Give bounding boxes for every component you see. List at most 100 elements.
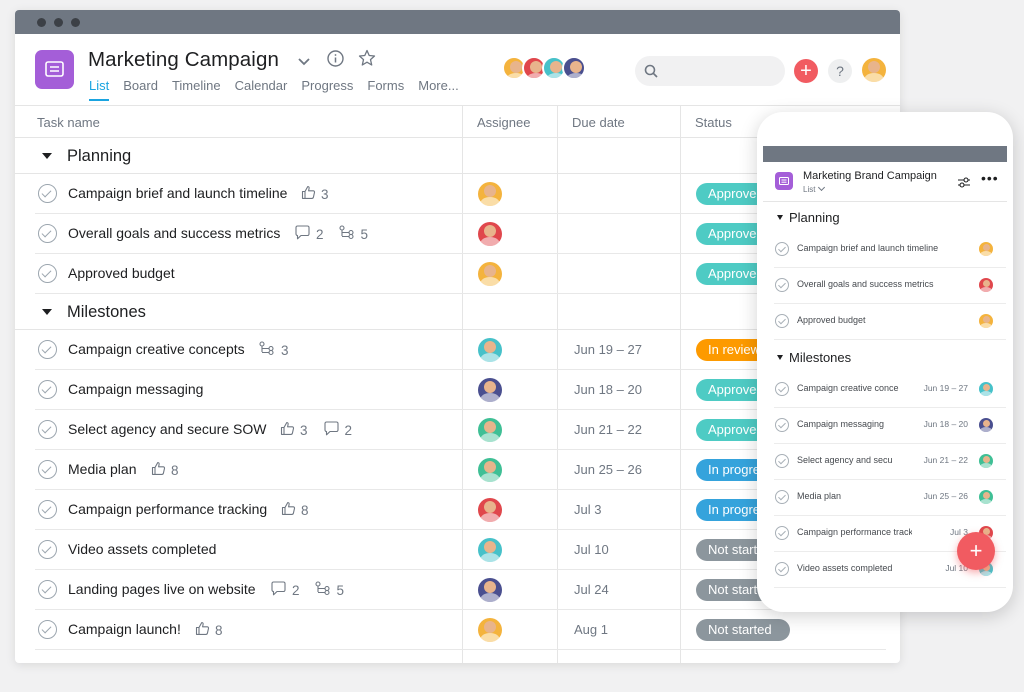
assignee-avatar[interactable]: [979, 314, 993, 328]
complete-checkbox-icon[interactable]: [775, 382, 789, 396]
status-badge[interactable]: Not started: [696, 619, 790, 641]
mobile-task-row[interactable]: Overall goals and success metrics: [774, 268, 1006, 304]
task-name[interactable]: Campaign creative concepts: [68, 341, 245, 357]
assignee-avatar[interactable]: [478, 222, 502, 246]
avatar[interactable]: [562, 56, 586, 80]
tab-forms[interactable]: Forms: [367, 78, 404, 101]
like-group[interactable]: 8: [151, 461, 179, 479]
task-name[interactable]: Media plan: [68, 461, 137, 477]
assignee-avatar[interactable]: [979, 278, 993, 292]
assignee-avatar[interactable]: [979, 490, 993, 504]
like-group[interactable]: 8: [195, 621, 223, 639]
task-row[interactable]: Campaign launch! 8 Aug 1 Not started: [35, 610, 886, 650]
subtask-group[interactable]: 5: [314, 581, 344, 599]
caret-down-icon[interactable]: [42, 153, 52, 159]
more-options-icon[interactable]: •••: [981, 170, 999, 186]
window-dot-icon[interactable]: [71, 18, 80, 27]
complete-checkbox-icon[interactable]: [38, 340, 57, 359]
task-name[interactable]: Campaign brief and launch timeline: [68, 185, 287, 201]
due-date[interactable]: Jul 10: [574, 542, 609, 557]
column-assignee[interactable]: Assignee: [477, 115, 530, 130]
complete-checkbox-icon[interactable]: [775, 454, 789, 468]
task-name[interactable]: Overall goals and success metrics: [68, 225, 280, 241]
complete-checkbox-icon[interactable]: [38, 540, 57, 559]
complete-checkbox-icon[interactable]: [38, 420, 57, 439]
due-date[interactable]: Jun 21 – 22: [574, 422, 642, 437]
subtask-group[interactable]: 3: [259, 341, 289, 359]
comment-group[interactable]: 2: [323, 421, 352, 439]
comment-group[interactable]: 2: [270, 581, 300, 599]
mobile-section-title[interactable]: Planning: [777, 210, 840, 225]
due-date[interactable]: Jul 24: [574, 582, 609, 597]
assignee-avatar[interactable]: [478, 538, 502, 562]
add-task-fab[interactable]: +: [957, 532, 995, 570]
task-name[interactable]: Campaign launch!: [68, 621, 181, 637]
assignee-avatar[interactable]: [478, 578, 502, 602]
complete-checkbox-icon[interactable]: [38, 184, 57, 203]
complete-checkbox-icon[interactable]: [775, 562, 789, 576]
complete-checkbox-icon[interactable]: [38, 264, 57, 283]
due-date[interactable]: Jul 3: [574, 502, 601, 517]
window-dot-icon[interactable]: [37, 18, 46, 27]
complete-checkbox-icon[interactable]: [38, 224, 57, 243]
assignee-avatar[interactable]: [478, 182, 502, 206]
assignee-avatar[interactable]: [478, 378, 502, 402]
assignee-avatar[interactable]: [478, 618, 502, 642]
tab-timeline[interactable]: Timeline: [172, 78, 221, 101]
star-icon[interactable]: [358, 49, 376, 72]
mobile-section-title[interactable]: Milestones: [777, 350, 851, 365]
assignee-avatar[interactable]: [478, 458, 502, 482]
task-name[interactable]: Landing pages live on website: [68, 581, 256, 597]
comment-group[interactable]: 2: [294, 225, 324, 243]
window-dot-icon[interactable]: [54, 18, 63, 27]
like-group[interactable]: 8: [281, 501, 309, 519]
help-button[interactable]: ?: [828, 59, 852, 83]
complete-checkbox-icon[interactable]: [775, 314, 789, 328]
complete-checkbox-icon[interactable]: [775, 418, 789, 432]
assignee-avatar[interactable]: [478, 262, 502, 286]
info-icon[interactable]: [327, 50, 344, 72]
due-date[interactable]: Jun 18 – 20: [574, 382, 642, 397]
task-name[interactable]: Video assets completed: [68, 541, 216, 557]
complete-checkbox-icon[interactable]: [775, 278, 789, 292]
assignee-avatar[interactable]: [979, 418, 993, 432]
filter-icon[interactable]: [957, 175, 971, 193]
mobile-task-row[interactable]: Campaign brief and launch timeline: [774, 232, 1006, 268]
complete-checkbox-icon[interactable]: [775, 490, 789, 504]
like-group[interactable]: 3: [280, 421, 308, 439]
assignee-avatar[interactable]: [979, 382, 993, 396]
tab-list[interactable]: List: [89, 78, 110, 101]
column-status[interactable]: Status: [695, 115, 732, 130]
task-name[interactable]: Select agency and secure SOW: [68, 421, 266, 437]
assignee-avatar[interactable]: [478, 418, 502, 442]
tab-progress[interactable]: Progress: [301, 78, 353, 101]
mobile-task-row[interactable]: Campaign messaging Jun 18 – 20: [774, 408, 1006, 444]
task-name[interactable]: Approved budget: [68, 265, 175, 281]
tab-board[interactable]: Board: [123, 78, 158, 101]
subtask-group[interactable]: 5: [338, 225, 368, 243]
column-task-name[interactable]: Task name: [37, 115, 100, 130]
tab-calendar[interactable]: Calendar: [235, 78, 288, 101]
search-input[interactable]: [635, 56, 785, 86]
due-date[interactable]: Jun 19 – 27: [574, 342, 642, 357]
like-group[interactable]: 3: [301, 185, 329, 203]
add-button[interactable]: +: [794, 59, 818, 83]
assignee-avatar[interactable]: [478, 338, 502, 362]
mobile-task-row[interactable]: Select agency and secu Jun 21 – 22: [774, 444, 1006, 480]
task-name[interactable]: Campaign performance tracking: [68, 501, 267, 517]
tab-more[interactable]: More...: [418, 78, 458, 101]
project-members[interactable]: [502, 56, 586, 80]
complete-checkbox-icon[interactable]: [775, 526, 789, 540]
caret-down-icon[interactable]: [42, 309, 52, 315]
assignee-avatar[interactable]: [979, 242, 993, 256]
column-due-date[interactable]: Due date: [572, 115, 625, 130]
complete-checkbox-icon[interactable]: [38, 460, 57, 479]
due-date[interactable]: Jun 25 – 26: [574, 462, 642, 477]
complete-checkbox-icon[interactable]: [38, 380, 57, 399]
mobile-task-row[interactable]: Approved budget: [774, 304, 1006, 340]
assignee-avatar[interactable]: [979, 454, 993, 468]
mobile-task-row[interactable]: Campaign creative conce Jun 19 – 27: [774, 372, 1006, 408]
complete-checkbox-icon[interactable]: [38, 500, 57, 519]
assignee-avatar[interactable]: [478, 498, 502, 522]
complete-checkbox-icon[interactable]: [38, 620, 57, 639]
